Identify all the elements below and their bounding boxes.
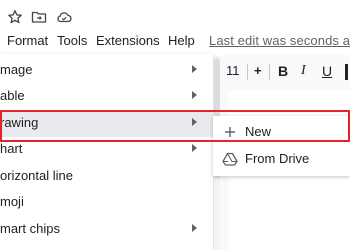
insert-menu: mage able rawing hart orizontal line moj… [0, 54, 213, 250]
drawing-new-item[interactable]: New [213, 119, 350, 145]
menu-item-label: able [0, 88, 25, 103]
menu-item-label: moji [0, 194, 24, 209]
insert-menu-item-smart-chips[interactable]: mart chips [0, 217, 213, 243]
increase-font-size-button[interactable]: + [254, 63, 262, 78]
drawing-from-drive-label: From Drive [245, 151, 310, 166]
insert-menu-item-table[interactable]: able [0, 84, 213, 110]
italic-button[interactable]: I [301, 63, 306, 79]
submenu-arrow-icon [192, 224, 197, 232]
menu-item-label: hart [0, 141, 23, 156]
drawing-new-label: New [245, 124, 272, 139]
menu-item-label: orizontal line [0, 168, 73, 183]
google-drive-icon [222, 152, 238, 166]
menu-format[interactable]: Format [7, 33, 48, 48]
insert-menu-item-drawing[interactable]: rawing [0, 111, 213, 137]
toolbar-divider [269, 64, 270, 80]
submenu-arrow-icon [192, 91, 197, 99]
menu-item-label: mart chips [0, 221, 60, 236]
star-icon[interactable] [7, 9, 23, 25]
drawing-from-drive-item[interactable]: From Drive [213, 146, 350, 172]
cloud-saved-icon[interactable] [56, 9, 72, 25]
drawing-submenu: New From Drive [213, 116, 350, 176]
formatting-toolbar: 11 + B I U [220, 58, 350, 86]
toolbar-divider [247, 64, 248, 80]
bold-button[interactable]: B [278, 63, 288, 79]
plus-icon [225, 127, 235, 137]
insert-menu-item-chart[interactable]: hart [0, 137, 213, 163]
menu-item-label: mage [0, 62, 33, 77]
submenu-arrow-icon [192, 65, 197, 73]
menu-tools[interactable]: Tools [57, 33, 87, 48]
text-color-button[interactable] [345, 64, 348, 80]
move-to-folder-icon[interactable] [31, 9, 47, 25]
last-edit-link[interactable]: Last edit was seconds ago [209, 33, 350, 48]
insert-menu-item-image[interactable]: mage [0, 58, 213, 84]
font-size-field[interactable]: 11 [226, 63, 240, 78]
submenu-arrow-icon [192, 118, 197, 126]
menu-extensions[interactable]: Extensions [96, 33, 160, 48]
insert-menu-item-horizontal-line[interactable]: orizontal line [0, 164, 213, 190]
underline-button[interactable]: U [322, 63, 332, 79]
insert-menu-item-emoji[interactable]: moji [0, 190, 213, 216]
menu-item-label: rawing [0, 115, 39, 130]
menu-help[interactable]: Help [168, 33, 195, 48]
menu-bar: Format Tools Extensions Help Last edit w… [0, 32, 350, 52]
submenu-arrow-icon [192, 144, 197, 152]
